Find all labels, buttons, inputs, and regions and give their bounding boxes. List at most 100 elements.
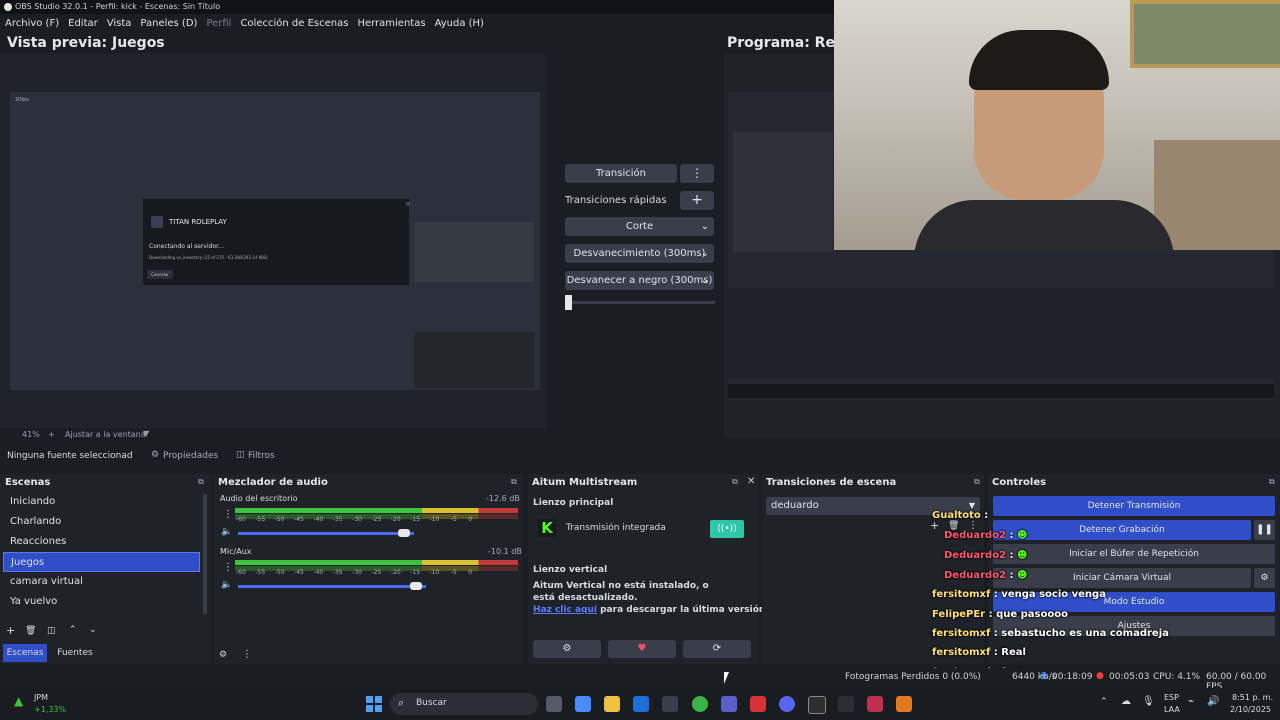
- move-up-icon[interactable]: ⌃: [69, 625, 77, 635]
- app-icon[interactable]: [750, 696, 766, 712]
- properties-button[interactable]: Propiedades: [163, 451, 218, 461]
- quick-transition-fade-black[interactable]: Desvanecer a negro (300ms) ⌄: [565, 271, 714, 290]
- volume-slider-handle[interactable]: [410, 582, 422, 590]
- refresh-icon[interactable]: ⟳: [683, 640, 751, 658]
- pause-recording-icon[interactable]: ❚❚: [1254, 520, 1275, 540]
- clock-time[interactable]: 8:51 p. m.: [1232, 693, 1273, 702]
- language-bottom[interactable]: LAA: [1164, 705, 1180, 714]
- speaker-icon[interactable]: 🔈: [221, 527, 232, 537]
- task-view-icon[interactable]: [546, 696, 562, 712]
- cloud-icon[interactable]: ☁: [1121, 696, 1131, 707]
- app-icon-4[interactable]: [896, 696, 912, 712]
- game-dialog-status: Conectando al servidor...: [149, 243, 224, 250]
- volume-slider[interactable]: [238, 585, 426, 588]
- scene-item-juegos[interactable]: Juegos: [3, 552, 200, 572]
- scenes-dock-title: Escenas: [5, 477, 51, 488]
- virtual-camera-settings-icon[interactable]: ⚙: [1254, 568, 1275, 588]
- mixer-menu-icon[interactable]: ⋮: [242, 649, 252, 660]
- t-bar-handle[interactable]: [565, 295, 572, 310]
- volume-slider[interactable]: [238, 532, 414, 535]
- t-bar-track[interactable]: [565, 301, 715, 304]
- volume-icon[interactable]: 🔊: [1207, 696, 1219, 707]
- quick-transition-fade[interactable]: Desvanecimiento (300ms) ⌄: [565, 244, 714, 263]
- scenes-scrollbar[interactable]: [203, 494, 207, 614]
- undock-icon[interactable]: ⧉: [974, 477, 980, 487]
- menu-profile[interactable]: Perfil: [206, 18, 231, 29]
- transition-button[interactable]: Transición: [565, 164, 677, 183]
- scene-item-ya-vuelvo[interactable]: Ya vuelvo: [3, 592, 200, 612]
- mixer-settings-icon[interactable]: ⚙: [219, 650, 227, 660]
- audio-mixer-dock: Mezclador de audio ⧉ Audio del escritori…: [214, 474, 523, 664]
- bitrate: 6440 kb/s: [1012, 672, 1057, 682]
- main-canvas-label: Lienzo principal: [533, 498, 614, 508]
- multistream-settings-icon[interactable]: ⚙: [533, 640, 601, 658]
- volume-slider-handle[interactable]: [398, 529, 410, 537]
- channel-meter: [235, 560, 518, 565]
- scene-item-charlando[interactable]: Charlando: [3, 512, 200, 532]
- zoom-in-icon[interactable]: +: [48, 430, 55, 439]
- quick-transition-cut[interactable]: Corte ⌄: [565, 217, 714, 236]
- menu-edit[interactable]: Editar: [68, 18, 98, 29]
- heart-icon[interactable]: ♥: [608, 640, 676, 658]
- copilot-icon[interactable]: [575, 696, 591, 712]
- undock-icon[interactable]: ⧉: [511, 477, 517, 487]
- taskbar-search[interactable]: ⌕ Buscar: [390, 693, 538, 715]
- clock-date[interactable]: 2/10/2025: [1230, 705, 1271, 714]
- zoom-level[interactable]: 41%: [22, 430, 40, 439]
- game-dialog-cancel[interactable]: Cancelar: [147, 270, 173, 279]
- dialog-close-icon[interactable]: ×: [405, 200, 411, 208]
- tray-chevron-icon[interactable]: ⌃: [1100, 697, 1108, 707]
- app-icon-3[interactable]: [867, 696, 883, 712]
- store-icon[interactable]: [662, 696, 678, 712]
- download-link[interactable]: Haz clic aquí: [533, 605, 597, 615]
- menu-help[interactable]: Ayuda (H): [435, 18, 484, 29]
- wall-painting: [1130, 0, 1280, 68]
- chrome-icon[interactable]: [692, 696, 708, 712]
- fit-dropdown-icon[interactable]: ▼: [143, 429, 149, 438]
- transition-menu-icon[interactable]: ⋮: [680, 164, 714, 183]
- tab-scenes[interactable]: Escenas: [3, 644, 47, 662]
- channel-menu-icon[interactable]: ⋮: [223, 562, 233, 573]
- undock-icon[interactable]: ⧉: [1269, 477, 1275, 487]
- undock-icon[interactable]: ⧉: [198, 477, 204, 487]
- app-icon-2[interactable]: [838, 696, 854, 712]
- windows-start-icon[interactable]: [366, 696, 382, 712]
- stock-name[interactable]: JPM: [34, 693, 48, 702]
- cpu-usage: CPU: 4.1%: [1153, 672, 1201, 682]
- undock-icon[interactable]: ⧉: [732, 477, 738, 487]
- fit-window-label[interactable]: Ajustar a la ventana: [65, 430, 146, 439]
- menu-view[interactable]: Vista: [107, 18, 132, 29]
- integrated-stream-label: Transmisión integrada: [566, 523, 666, 533]
- move-down-icon[interactable]: ⌄: [89, 625, 97, 635]
- obs-icon[interactable]: [808, 696, 826, 714]
- channel-menu-icon[interactable]: ⋮: [223, 509, 233, 520]
- speaker-icon[interactable]: 🔈: [221, 580, 232, 590]
- streaming-icon: ◉: [1040, 671, 1048, 681]
- filters-button[interactable]: Filtros: [248, 451, 275, 461]
- microphone-icon[interactable]: 🎙: [1142, 696, 1155, 707]
- discord-icon[interactable]: [779, 696, 795, 712]
- scene-filters-icon[interactable]: ◫: [47, 626, 56, 636]
- menu-tools[interactable]: Herramientas: [357, 18, 425, 29]
- fps-tag: 30fps: [15, 97, 29, 103]
- stream-live-icon[interactable]: ((•)): [710, 520, 744, 538]
- quick-transition-fade-label: Desvanecimiento (300ms): [573, 248, 706, 259]
- file-explorer-icon[interactable]: [604, 696, 620, 712]
- kick-icon: K: [538, 519, 556, 537]
- scene-item-camara-virtual[interactable]: camara virtual: [3, 572, 200, 592]
- close-icon[interactable]: ✕: [747, 476, 755, 487]
- outlook-icon[interactable]: [633, 696, 649, 712]
- scene-item-iniciando[interactable]: Iniciando: [3, 492, 200, 512]
- add-scene-icon[interactable]: +: [6, 624, 15, 637]
- menu-file[interactable]: Archivo (F): [5, 18, 59, 29]
- add-quick-transition-icon[interactable]: +: [680, 191, 714, 210]
- network-icon[interactable]: ⌁: [1188, 696, 1194, 707]
- delete-scene-icon[interactable]: 🗑: [25, 626, 36, 636]
- preview-chat-overlay: [414, 332, 534, 388]
- menu-docks[interactable]: Paneles (D): [140, 18, 197, 29]
- scene-item-reacciones[interactable]: Reacciones: [3, 532, 200, 552]
- tab-sources[interactable]: Fuentes: [52, 644, 98, 662]
- language-top[interactable]: ESP: [1164, 693, 1179, 702]
- teams-icon[interactable]: [721, 696, 737, 712]
- menu-scene-collection[interactable]: Colección de Escenas: [240, 18, 348, 29]
